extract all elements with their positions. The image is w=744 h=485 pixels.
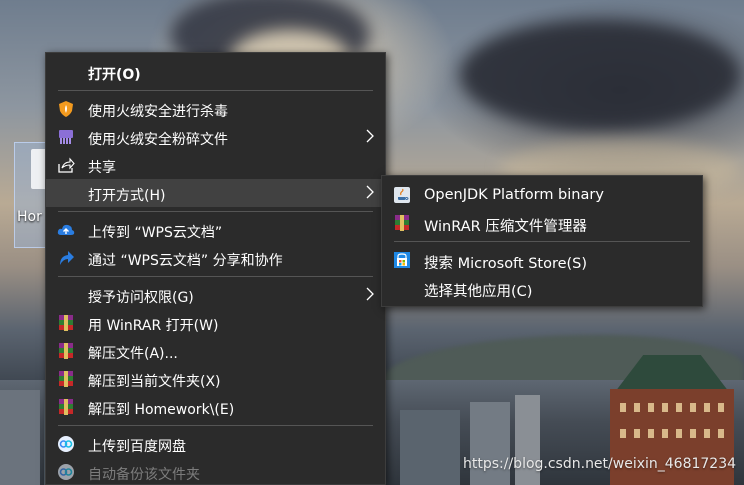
menu-item-wps-upload[interactable]: 上传到 “WPS云文档” (46, 216, 385, 244)
shredder-icon (59, 130, 73, 144)
baidu-netdisk-icon (58, 464, 74, 480)
cloud-upload-icon (57, 224, 75, 235)
context-menu: 打开(O) 使用火绒安全进行杀毒 使用火绒安全粉碎文件 共享 打开方式(H) 上… (45, 52, 386, 485)
menu-separator (58, 90, 373, 91)
menu-item-label: 使用火绒安全进行杀毒 (88, 104, 228, 120)
menu-item-baidu-upload[interactable]: 上传到百度网盘 (46, 430, 385, 458)
menu-separator (58, 425, 373, 426)
menu-item-open-with[interactable]: 打开方式(H) (46, 179, 385, 207)
submenu-item-openjdk[interactable]: OpenJDK Platform binary (382, 181, 702, 209)
menu-item-label: 解压到当前文件夹(X) (88, 374, 221, 390)
menu-item-label: 打开(O) (88, 67, 141, 83)
menu-item-winrar-open[interactable]: 用 WinRAR 打开(W) (46, 309, 385, 337)
menu-separator (394, 241, 690, 242)
submenu-item-choose-app[interactable]: 选择其他应用(C) (382, 274, 702, 302)
submenu-item-label: 搜索 Microsoft Store(S) (424, 256, 588, 272)
menu-item-label: 使用火绒安全粉碎文件 (88, 132, 228, 148)
background-cloud (460, 20, 740, 130)
winrar-icon (59, 315, 73, 331)
menu-item-label: 解压文件(A)... (88, 346, 178, 362)
menu-item-extract-to-folder[interactable]: 解压到 Homework\(E) (46, 393, 385, 421)
desktop-icon-label: Hor (17, 209, 42, 225)
menu-item-huorong-scan[interactable]: 使用火绒安全进行杀毒 (46, 95, 385, 123)
menu-item-wps-share[interactable]: 通过 “WPS云文档” 分享和协作 (46, 244, 385, 272)
huorong-shield-icon (59, 101, 73, 117)
menu-item-extract-here[interactable]: 解压到当前文件夹(X) (46, 365, 385, 393)
menu-item-auto-backup[interactable]: 自动备份该文件夹 (46, 458, 385, 485)
winrar-icon (59, 371, 73, 387)
menu-item-label: 共享 (88, 160, 116, 176)
wps-share-icon (60, 251, 74, 265)
chevron-right-icon (366, 129, 374, 143)
menu-item-huorong-shred[interactable]: 使用火绒安全粉碎文件 (46, 123, 385, 151)
baidu-netdisk-icon (58, 436, 74, 452)
menu-item-label: 通过 “WPS云文档” 分享和协作 (88, 253, 283, 269)
menu-item-label: 解压到 Homework\(E) (88, 402, 235, 418)
menu-item-open[interactable]: 打开(O) (46, 58, 385, 86)
watermark-text: https://blog.csdn.net/weixin_46817234 (463, 456, 737, 472)
submenu-item-winrar[interactable]: WinRAR 压缩文件管理器 (382, 209, 702, 237)
menu-item-label: 自动备份该文件夹 (88, 467, 200, 483)
menu-item-share[interactable]: 共享 (46, 151, 385, 179)
share-icon (58, 157, 75, 173)
winrar-icon (59, 399, 73, 415)
submenu-item-label: WinRAR 压缩文件管理器 (424, 219, 587, 235)
menu-item-grant-access[interactable]: 授予访问权限(G) (46, 281, 385, 309)
chevron-right-icon (366, 185, 374, 199)
microsoft-store-icon (394, 252, 410, 268)
submenu-item-label: 选择其他应用(C) (424, 284, 533, 300)
menu-item-label: 上传到百度网盘 (88, 439, 186, 455)
menu-item-label: 上传到 “WPS云文档” (88, 225, 223, 241)
submenu-item-label: OpenJDK Platform binary (424, 187, 604, 203)
menu-item-label: 用 WinRAR 打开(W) (88, 318, 219, 334)
menu-item-label: 打开方式(H) (88, 188, 166, 204)
submenu-item-store-search[interactable]: 搜索 Microsoft Store(S) (382, 246, 702, 274)
winrar-icon (395, 215, 409, 231)
java-icon (394, 187, 410, 203)
winrar-icon (59, 343, 73, 359)
desktop-folder-icon[interactable]: Hor (14, 142, 49, 248)
chevron-right-icon (366, 287, 374, 301)
menu-item-extract-files[interactable]: 解压文件(A)... (46, 337, 385, 365)
menu-item-label: 授予访问权限(G) (88, 290, 194, 306)
menu-separator (58, 276, 373, 277)
menu-separator (58, 211, 373, 212)
open-with-submenu: OpenJDK Platform binary WinRAR 压缩文件管理器 搜… (381, 175, 703, 307)
